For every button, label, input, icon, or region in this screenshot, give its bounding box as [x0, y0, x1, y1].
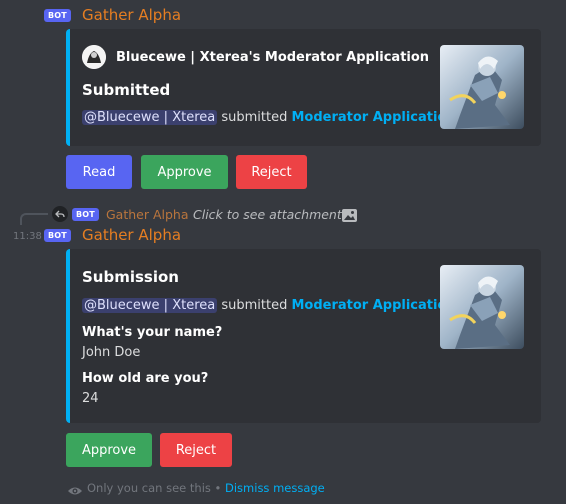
- reject-button-2[interactable]: Reject: [160, 433, 232, 467]
- reply-spine: [20, 213, 48, 225]
- application-link[interactable]: Moderator Application: [291, 110, 455, 125]
- embed-description-2: @Bluecewe | Xterea submitted Moderator A…: [82, 298, 460, 313]
- ephemeral-notice: Only you can see this • Dismiss message: [87, 481, 325, 495]
- reply-attachment-text[interactable]: Click to see attachment: [193, 207, 342, 222]
- user-mention[interactable]: @Bluecewe | Xterea: [82, 110, 218, 125]
- submitted-embed: Bluecewe | Xterea's Moderator Applicatio…: [66, 29, 541, 146]
- dismiss-message-link[interactable]: Dismiss message: [225, 481, 325, 495]
- field-name-1: What's your name?: [82, 325, 223, 340]
- field-value-2: 24: [82, 391, 99, 406]
- application-link-2[interactable]: Moderator Application: [291, 298, 455, 313]
- reply-author-name[interactable]: Gather Alpha: [106, 207, 189, 222]
- description-text: submitted: [217, 110, 292, 125]
- eye-icon: [67, 482, 83, 495]
- bot-tag: BOT: [44, 9, 71, 22]
- author-name-2[interactable]: Gather Alpha: [82, 226, 181, 244]
- user-mention-2[interactable]: @Bluecewe | Xterea: [82, 298, 218, 313]
- image-icon: [342, 207, 357, 222]
- approve-button-2[interactable]: Approve: [66, 433, 152, 467]
- field-name-2: How old are you?: [82, 371, 209, 386]
- author-avatar: [82, 45, 106, 69]
- reply-bot-tag: BOT: [72, 208, 99, 221]
- embed-title-2: Submission: [82, 268, 179, 286]
- read-button[interactable]: Read: [66, 155, 132, 189]
- embed-thumbnail-image[interactable]: [440, 45, 524, 129]
- embed-thumbnail-image-2[interactable]: [440, 265, 524, 349]
- reply-icon: [52, 206, 68, 222]
- submission-embed: Submission @Bluecewe | Xterea submitted …: [66, 249, 541, 423]
- ephemeral-text: Only you can see this: [87, 481, 211, 495]
- embed-title: Submitted: [82, 81, 171, 99]
- approve-button[interactable]: Approve: [141, 155, 228, 189]
- bot-tag-2: BOT: [44, 229, 71, 242]
- reject-button[interactable]: Reject: [236, 155, 307, 189]
- author-name[interactable]: Gather Alpha: [82, 6, 181, 24]
- description-text-2: submitted: [217, 298, 292, 313]
- field-value-1: John Doe: [82, 345, 141, 360]
- message-timestamp[interactable]: 11:38: [13, 231, 42, 242]
- ephemeral-separator: •: [210, 481, 225, 495]
- embed-description: @Bluecewe | Xterea submitted Moderator A…: [82, 110, 460, 125]
- embed-author-name[interactable]: Bluecewe | Xterea's Moderator Applicatio…: [116, 50, 429, 65]
